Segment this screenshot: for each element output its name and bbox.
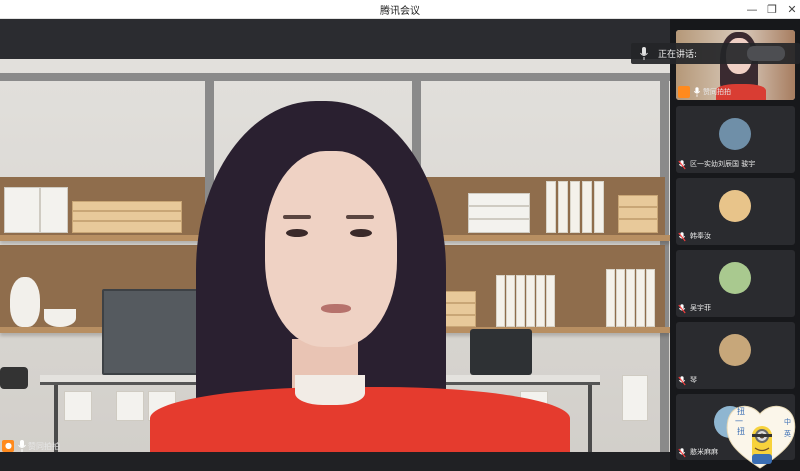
speaker-video-feed <box>0 59 670 452</box>
book <box>570 181 580 233</box>
book <box>626 269 635 327</box>
tablet <box>470 329 532 375</box>
participant-tile[interactable]: 琴 <box>676 322 795 389</box>
book <box>594 181 604 233</box>
book <box>582 181 592 233</box>
book <box>646 269 655 327</box>
desk <box>40 375 200 385</box>
close-button[interactable]: ✕ <box>780 0 800 19</box>
speaker-face <box>265 151 397 347</box>
participant-avatar <box>719 334 751 366</box>
participant-name: 区一实幼刘辰国 骏宇 <box>690 160 756 168</box>
participant-name: 吴宇菲 <box>690 304 711 312</box>
microphone-muted-icon <box>678 304 686 314</box>
book <box>496 275 505 327</box>
sticker-char: 扭 <box>737 426 745 436</box>
book <box>536 275 545 327</box>
participant-name: 憨米麻麻 <box>690 448 718 456</box>
host-badge <box>678 86 690 98</box>
sticker-char: 一 <box>735 417 743 426</box>
sticker-char: 中 <box>784 417 791 426</box>
book-stack <box>618 195 658 207</box>
speaker-eyebrow <box>346 215 374 219</box>
book <box>546 275 555 327</box>
title-bar: 腾讯会议 — ❐ ✕ <box>0 0 800 19</box>
speaking-indicator: 正在讲话: <box>631 43 800 64</box>
book <box>616 269 625 327</box>
microphone-icon <box>18 440 26 452</box>
book <box>516 275 525 327</box>
participant-name: 琴 <box>690 376 697 384</box>
main-speaker-name: 赞同拍拍 <box>28 442 60 451</box>
speaker-collar <box>295 375 365 405</box>
microphone-muted-icon <box>678 448 686 458</box>
book <box>636 269 645 327</box>
book <box>526 275 535 327</box>
speaker-eye <box>286 229 308 237</box>
person-icon: ● <box>5 441 12 450</box>
participant-tile-host[interactable]: 赞同拍拍 <box>676 30 795 100</box>
sticker-char: 扭 <box>737 406 745 416</box>
storage-box <box>468 206 530 219</box>
microphone-icon <box>693 87 701 97</box>
book-stack <box>72 211 182 221</box>
window-title: 腾讯会议 <box>380 6 420 17</box>
participant-avatar <box>719 118 751 150</box>
microphone-muted-icon <box>678 160 686 170</box>
speaker-eye <box>350 229 372 237</box>
camera <box>0 367 28 389</box>
microphone-muted-icon <box>678 376 686 386</box>
storage-box <box>40 187 68 233</box>
participant-tile[interactable]: 吴宇菲 <box>676 250 795 317</box>
storage-box <box>468 219 530 233</box>
sticker-char: 英 <box>784 429 791 438</box>
speaker-eyebrow <box>283 215 311 219</box>
storage-box <box>622 375 648 421</box>
participant-tile[interactable]: 韩奉汝 <box>676 178 795 245</box>
microphone-muted-icon <box>678 232 686 242</box>
book <box>506 275 515 327</box>
tencent-meeting-window: 腾讯会议 — ❐ ✕ ● 赞同拍拍 赞同拍拍 区一实幼刘辰国 骏宇 韩奉汝 吴宇… <box>0 0 800 471</box>
participant-name: 赞同拍拍 <box>703 88 731 96</box>
book <box>546 181 556 233</box>
desk <box>440 375 600 385</box>
book-stack <box>72 201 182 211</box>
book <box>558 181 568 233</box>
speaker-mouth <box>321 304 351 313</box>
storage-box <box>468 193 530 206</box>
participant-avatar <box>719 190 751 222</box>
microphone-icon <box>640 47 648 60</box>
shelf-rail <box>0 73 670 81</box>
speaking-name-blurred <box>747 46 785 61</box>
desk-leg <box>588 385 592 452</box>
laptop <box>102 289 200 375</box>
vase <box>10 277 40 327</box>
book <box>606 269 615 327</box>
participant-name: 韩奉汝 <box>690 232 711 240</box>
book-stack <box>618 219 658 233</box>
participant-tile[interactable]: 区一实幼刘辰国 骏宇 <box>676 106 795 173</box>
book-stack <box>618 207 658 219</box>
book-stack <box>72 221 182 233</box>
minion-sticker-icon: 扭 一 扭 中 英 <box>726 405 796 469</box>
participant-avatar <box>719 262 751 294</box>
storage-box <box>64 391 92 421</box>
main-video-top-strip <box>0 19 670 59</box>
main-video-bottom-strip <box>0 452 670 471</box>
storage-box <box>116 391 144 421</box>
bowl <box>44 309 76 327</box>
host-badge: ● <box>2 440 14 452</box>
main-video-area[interactable] <box>0 19 670 471</box>
speaking-label: 正在讲话: <box>658 50 698 60</box>
storage-box <box>4 187 40 233</box>
